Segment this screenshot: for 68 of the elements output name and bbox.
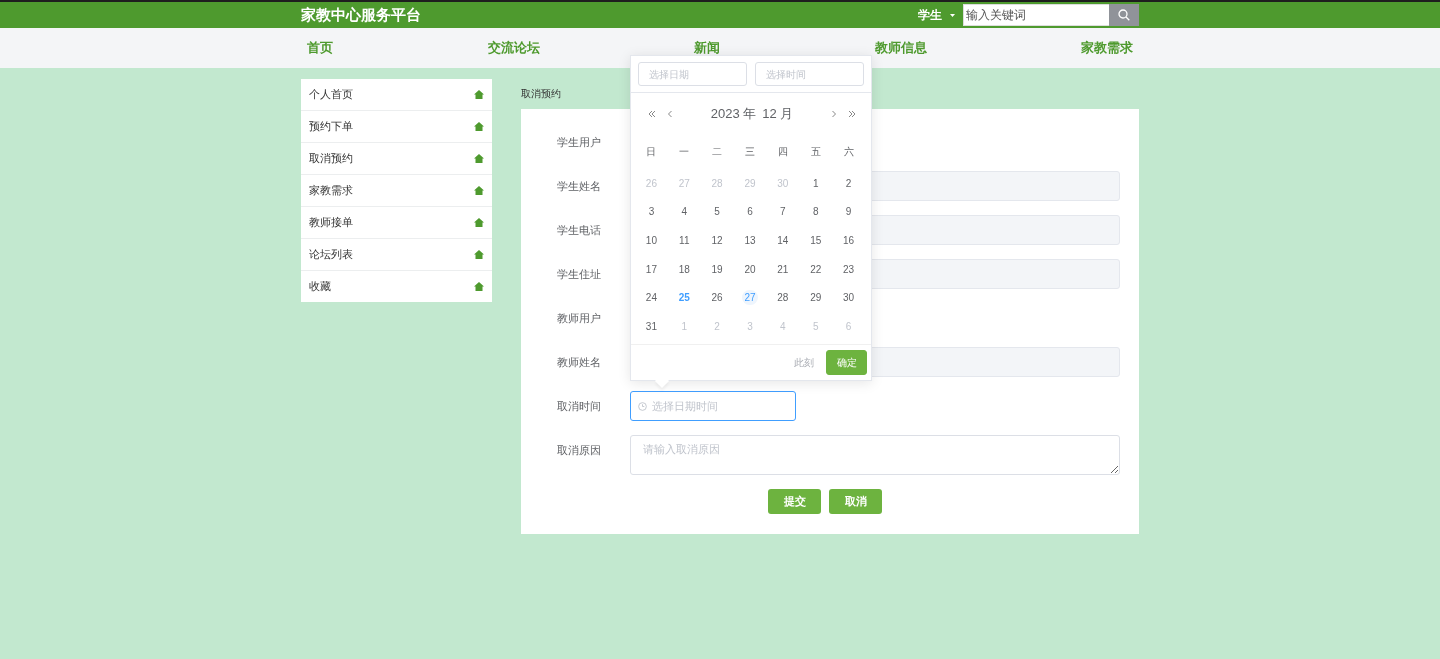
calendar-day[interactable]: 17 — [643, 261, 659, 277]
house-icon — [474, 186, 484, 195]
breadcrumb: 取消预约 — [521, 87, 562, 101]
weekday-label: 一 — [679, 145, 690, 159]
house-icon — [474, 282, 484, 291]
field-label: 教师姓名 — [556, 355, 601, 370]
calendar-day[interactable]: 2 — [843, 175, 854, 191]
user-menu[interactable]: 学生 — [918, 6, 955, 24]
weekday-label: 四 — [777, 145, 788, 159]
calendar-day[interactable]: 13 — [742, 233, 758, 248]
calendar-day[interactable]: 21 — [775, 261, 791, 277]
search-field[interactable]: 输入关键词 — [963, 4, 1109, 26]
calendar-day[interactable]: 18 — [676, 261, 692, 277]
field-label: 教师用户 — [556, 311, 601, 326]
field-label: 学生住址 — [556, 267, 601, 282]
field-label: 取消时间 — [556, 399, 601, 414]
calendar-day[interactable]: 7 — [778, 204, 788, 220]
weekday-label: 六 — [843, 145, 854, 159]
calendar-day[interactable]: 15 — [808, 233, 824, 248]
weekday-label: 三 — [745, 145, 755, 159]
field-label: 学生用户 — [556, 135, 601, 150]
calendar-day[interactable]: 12 — [709, 233, 725, 248]
calendar-day[interactable]: 8 — [810, 204, 821, 220]
calendar-day[interactable]: 19 — [709, 261, 725, 277]
field-label: 学生电话 — [556, 223, 601, 238]
sidebar-item[interactable]: 家教需求 — [301, 175, 492, 207]
calendar-day[interactable]: 28 — [775, 290, 791, 306]
weekday-label: 二 — [712, 145, 723, 159]
calendar-day[interactable]: 4 — [679, 204, 690, 220]
calendar-day[interactable]: 9 — [843, 204, 854, 220]
clock-icon — [638, 401, 647, 411]
year-label[interactable]: 2023 年 — [710, 105, 757, 123]
sidebar-item[interactable]: 个人首页 — [301, 79, 492, 111]
field-label: 取消原因 — [556, 443, 601, 458]
calendar-day[interactable]: 6 — [745, 204, 755, 220]
calendar-day[interactable]: 3 — [646, 204, 657, 220]
calendar-day[interactable]: 10 — [643, 233, 659, 248]
calendar-day[interactable]: 16 — [841, 233, 857, 248]
house-icon — [474, 90, 484, 99]
field-label: 学生姓名 — [556, 179, 601, 194]
calendar-day[interactable]: 24 — [643, 290, 659, 306]
search-icon — [1118, 9, 1130, 21]
house-icon — [474, 154, 484, 163]
site-title: 家教中心服务平台 — [301, 5, 421, 25]
calendar-day[interactable]: 20 — [742, 261, 758, 277]
calendar-day[interactable]: 26 — [709, 290, 725, 306]
sidebar-item[interactable]: 取消预约 — [301, 143, 492, 175]
sidebar-item[interactable]: 预约下单 — [301, 111, 492, 143]
search-button[interactable] — [1109, 4, 1139, 26]
calendar-day[interactable]: 5 — [712, 204, 722, 220]
weekday-label: 五 — [810, 145, 821, 159]
calendar-day[interactable]: 31 — [643, 318, 659, 334]
house-icon — [474, 250, 484, 259]
sidebar-item[interactable]: 教师接单 — [301, 207, 492, 239]
calendar-day[interactable]: 30 — [841, 290, 857, 306]
calendar-day[interactable]: 22 — [808, 261, 824, 277]
weekday-label: 日 — [646, 145, 657, 159]
caret-icon — [950, 13, 955, 17]
calendar-day[interactable]: 23 — [841, 261, 857, 277]
house-icon — [474, 122, 484, 131]
month-label[interactable]: 12 月 — [762, 105, 794, 123]
sidebar-item[interactable]: 论坛列表 — [301, 239, 492, 271]
house-icon — [474, 218, 484, 227]
sidebar-item[interactable]: 收藏 — [301, 271, 492, 302]
calendar-day[interactable]: 1 — [810, 175, 821, 191]
calendar-day[interactable]: 14 — [775, 233, 791, 248]
calendar-day[interactable]: 29 — [808, 290, 824, 306]
calendar-day[interactable]: 11 — [677, 233, 692, 248]
